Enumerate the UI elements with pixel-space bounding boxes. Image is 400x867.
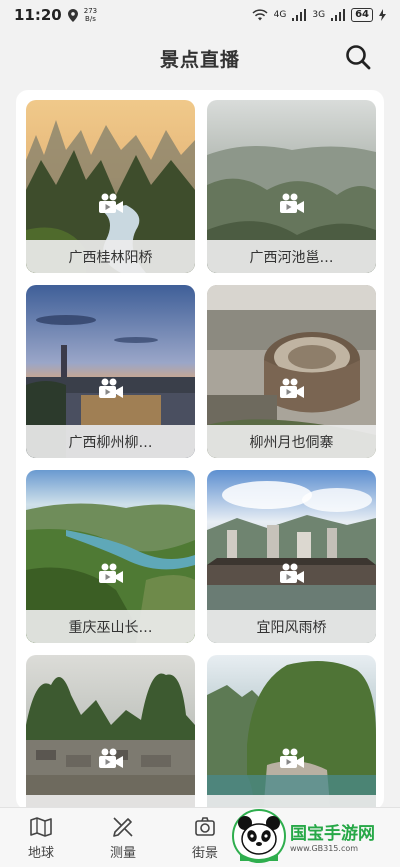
scenic-thumbnail bbox=[207, 655, 376, 810]
tab-measure-label: 测量 bbox=[109, 845, 136, 861]
scenic-card-label: 柳州月也侗寨 bbox=[207, 425, 376, 458]
video-camera-icon bbox=[99, 378, 123, 398]
site-watermark: 国宝手游网 www.GB315.com bbox=[232, 805, 400, 867]
scenic-card[interactable]: 广西柳州柳… bbox=[26, 285, 195, 458]
video-camera-icon bbox=[280, 563, 304, 583]
scenic-card[interactable] bbox=[26, 655, 195, 810]
watermark-url: www.GB315.com bbox=[290, 844, 359, 853]
scenic-card[interactable]: 重庆巫山长… bbox=[26, 470, 195, 643]
scenic-card[interactable]: 宜阳风雨桥 bbox=[207, 470, 376, 643]
wifi-icon bbox=[252, 9, 268, 21]
map-icon bbox=[30, 816, 52, 837]
scenic-card-label: 广西桂林阳桥 bbox=[26, 240, 195, 273]
camera-icon bbox=[195, 816, 215, 836]
video-camera-icon bbox=[280, 748, 304, 768]
tab-earth-label: 地球 bbox=[27, 845, 54, 861]
video-camera-icon bbox=[99, 193, 123, 213]
scenic-card-label: 宜阳风雨桥 bbox=[207, 610, 376, 643]
scenic-card[interactable] bbox=[207, 655, 376, 810]
scenic-card-label: 广西河池邕… bbox=[207, 240, 376, 273]
signal-icon bbox=[292, 9, 307, 21]
location-icon bbox=[67, 8, 78, 22]
search-icon[interactable] bbox=[344, 43, 372, 71]
network-speed-value: 273 bbox=[83, 7, 98, 15]
charging-icon bbox=[379, 9, 386, 21]
network-type-b: 3G bbox=[312, 10, 326, 20]
ruler-pencil-icon bbox=[113, 816, 133, 837]
scenic-card-label: 重庆巫山长… bbox=[26, 610, 195, 643]
scenic-list-panel[interactable]: 广西桂林阳桥 广西河池邕… 广西柳州柳… 柳州月也侗寨 重庆巫山长… 宜阳风雨桥 bbox=[16, 90, 384, 810]
app-header: 景点直播 bbox=[0, 30, 400, 86]
battery-level: 64 bbox=[351, 8, 373, 22]
scenic-thumbnail bbox=[26, 655, 195, 810]
tab-street-view-label: 街景 bbox=[191, 845, 218, 861]
network-type-a: 4G bbox=[273, 10, 287, 20]
scenic-card-label: 广西柳州柳… bbox=[26, 425, 195, 458]
tab-earth[interactable]: 地球 bbox=[0, 808, 82, 867]
scenic-card[interactable]: 广西桂林阳桥 bbox=[26, 100, 195, 273]
video-camera-icon bbox=[99, 748, 123, 768]
panda-logo-icon bbox=[232, 809, 286, 863]
signal-icon-2 bbox=[331, 9, 346, 21]
watermark-title: 国宝手游网 bbox=[290, 824, 375, 844]
video-camera-icon bbox=[99, 563, 123, 583]
tab-measure[interactable]: 测量 bbox=[82, 808, 164, 867]
scenic-card[interactable]: 广西河池邕… bbox=[207, 100, 376, 273]
video-camera-icon bbox=[280, 193, 304, 213]
page-title: 景点直播 bbox=[159, 48, 240, 71]
network-speed: 273 B/s bbox=[84, 7, 97, 23]
video-camera-icon bbox=[280, 378, 304, 398]
scenic-grid: 广西桂林阳桥 广西河池邕… 广西柳州柳… 柳州月也侗寨 重庆巫山长… 宜阳风雨桥 bbox=[26, 100, 376, 810]
scenic-card[interactable]: 柳州月也侗寨 bbox=[207, 285, 376, 458]
status-time: 11:20 bbox=[14, 6, 62, 24]
status-bar: 11:20 273 B/s 4G 3G 64 bbox=[0, 0, 400, 30]
network-speed-unit: B/s bbox=[85, 15, 96, 23]
